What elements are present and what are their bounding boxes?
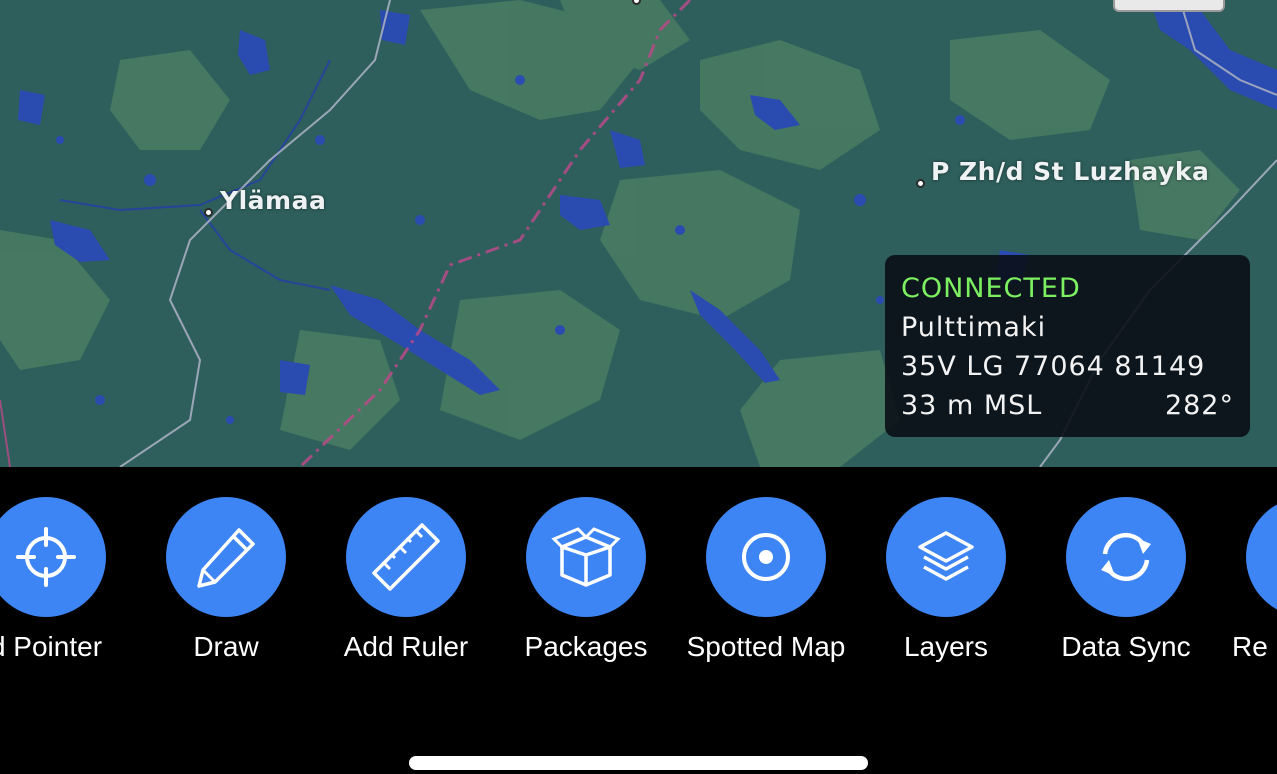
place-label-luzhayka: P Zh/d St Luzhayka bbox=[931, 157, 1210, 186]
layers-icon bbox=[918, 531, 974, 581]
target-icon bbox=[742, 533, 790, 581]
data-sync-button[interactable]: Data Sync bbox=[1036, 497, 1216, 662]
package-icon bbox=[551, 527, 621, 587]
place-label-ylamaa: Ylämaa bbox=[220, 186, 327, 215]
heading-readout: 282° bbox=[1164, 390, 1234, 421]
map-view[interactable]: Ylämaa P Zh/d St Luzhayka CONNECTED Pult… bbox=[0, 0, 1277, 467]
tool-label: Re bbox=[1232, 631, 1268, 657]
spotted-map-button[interactable]: Spotted Map bbox=[676, 497, 856, 662]
packages-button[interactable]: Packages bbox=[496, 497, 676, 662]
ruler-icon bbox=[372, 523, 440, 591]
altitude-readout: 33 m MSL bbox=[901, 390, 1043, 421]
grid-reference: 35V LG 77064 81149 bbox=[901, 351, 1206, 382]
add-ruler-button[interactable]: Add Ruler bbox=[316, 497, 496, 662]
location-name: Pulttimaki bbox=[901, 312, 1047, 343]
home-indicator[interactable] bbox=[409, 756, 868, 770]
connection-info-panel: CONNECTED Pulttimaki 35V LG 77064 81149 … bbox=[885, 255, 1250, 437]
crosshair-icon bbox=[16, 527, 76, 587]
place-marker bbox=[916, 179, 925, 188]
sync-icon bbox=[1101, 532, 1151, 582]
place-marker bbox=[204, 208, 213, 217]
partial-tool-button[interactable]: Re bbox=[1216, 497, 1277, 657]
connection-status: CONNECTED bbox=[901, 273, 1081, 304]
map-scale-indicator bbox=[1113, 0, 1225, 12]
draw-button[interactable]: Draw bbox=[136, 497, 316, 662]
pencil-icon bbox=[197, 528, 255, 588]
tool-label: Data Sync bbox=[1061, 631, 1191, 662]
tool-bar[interactable]: d Pointer Draw Add Ruler Packages Spotte… bbox=[0, 467, 1277, 774]
layers-button[interactable]: Layers bbox=[856, 497, 1036, 662]
